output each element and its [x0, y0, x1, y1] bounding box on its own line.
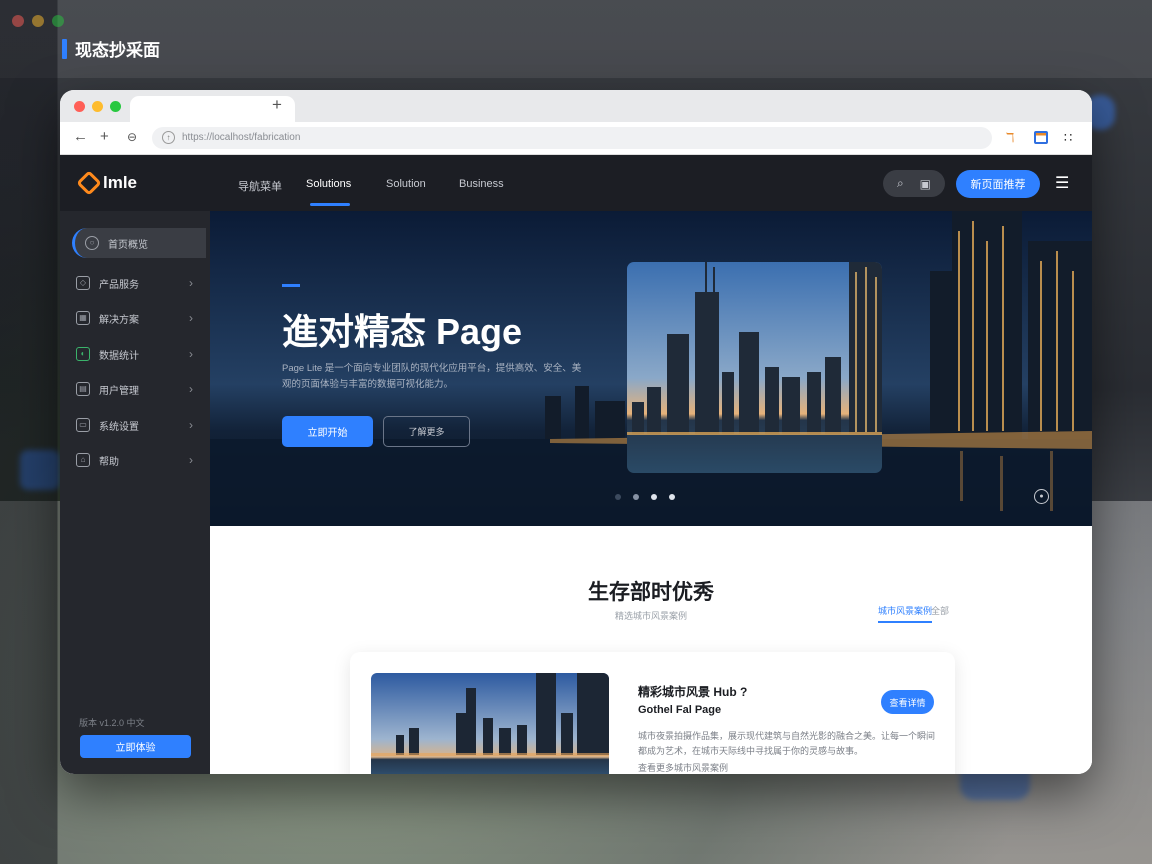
minimize-window-button[interactable]: [92, 101, 103, 112]
chevron-right-icon: ›: [189, 453, 193, 467]
bookmark-icon[interactable]: [1034, 131, 1048, 144]
chart-icon: ◐: [76, 347, 90, 361]
section-subtitle: 精选城市风景案例: [614, 611, 687, 621]
carousel-dot-active[interactable]: [651, 494, 657, 500]
back-button[interactable]: ←: [73, 128, 88, 145]
browser-tab-bar: +: [60, 90, 1092, 122]
sidebar-item-help[interactable]: ⌂ 帮助 ›: [76, 445, 210, 475]
content-section: 生存部时优秀 精选城市风景案例 城市风景案例 全部 精彩城市风景 Hub ? G…: [210, 526, 1092, 774]
card-subtitle: Gothel Fal Page: [638, 704, 722, 716]
close-window-button[interactable]: [74, 101, 85, 112]
carousel-next-icon[interactable]: ●: [1034, 489, 1049, 504]
hero-secondary-button[interactable]: 了解更多: [383, 416, 470, 447]
sidebar-item-stats[interactable]: ◐ 数据统计 ›: [76, 339, 210, 369]
sidebar-item-users[interactable]: ▤ 用户管理 ›: [76, 374, 210, 404]
cta-button[interactable]: 新页面推荐: [956, 170, 1040, 198]
lock-icon: ↑: [162, 131, 175, 144]
browser-tab[interactable]: [130, 96, 295, 122]
sidebar: ○ 首页概览 ◇ 产品服务 › ▦ 解决方案 › ◐ 数据统计 › ▤ 用户管理: [60, 211, 210, 774]
hero-accent-line: [282, 284, 300, 287]
card-image: [371, 673, 609, 774]
feature-card[interactable]: 精彩城市风景 Hub ? Gothel Fal Page 查看详情 城市夜景拍摄…: [350, 652, 955, 774]
logo-icon: [76, 170, 102, 196]
menu-icon[interactable]: ∷: [1064, 130, 1072, 146]
sidebar-item-label: 系统设置: [99, 421, 139, 433]
forward-button[interactable]: +: [100, 128, 109, 145]
sidebar-item-home[interactable]: ○ 首页概览: [72, 228, 206, 258]
chevron-right-icon: ›: [189, 382, 193, 396]
carousel-dots: [615, 494, 675, 500]
sidebar-item-label: 帮助: [99, 456, 119, 468]
sidebar-item-label: 用户管理: [99, 385, 139, 397]
caption-text: 现态抄采面: [75, 41, 160, 60]
hero-primary-button[interactable]: 立即开始: [282, 416, 373, 447]
extension-icon[interactable]: ℸ: [1006, 130, 1014, 146]
card-button[interactable]: 查看详情: [881, 690, 934, 714]
page-caption: 现态抄采面: [62, 36, 160, 61]
caption-accent-bar: [62, 38, 67, 59]
package-icon: ◇: [76, 276, 90, 290]
window-controls: [74, 101, 121, 112]
sidebar-item-label: 产品服务: [99, 279, 139, 291]
sidebar-item-solutions[interactable]: ▦ 解决方案 ›: [76, 303, 210, 333]
url-text: https://localhost/fabrication: [182, 132, 301, 143]
nav-item[interactable]: Business: [459, 178, 504, 190]
blurred-button-shape: [20, 450, 60, 490]
logo[interactable]: lmle: [76, 170, 138, 196]
new-tab-button[interactable]: +: [272, 95, 282, 115]
sidebar-item-label: 首页概览: [108, 239, 148, 251]
logo-text: lmle: [103, 173, 138, 192]
search-icon[interactable]: ⌕: [897, 176, 904, 191]
sidebar-footer-text: 版本 v1.2.0 中文: [79, 718, 145, 728]
browser-window: + ← + ⊖ ↑ https://localhost/fabrication …: [60, 90, 1092, 774]
hero-title: 進对精态 Page: [282, 311, 523, 352]
chevron-right-icon: ›: [189, 418, 193, 432]
app-page: lmle 导航菜单 Solutions Solution Business ⌕ …: [60, 155, 1092, 774]
sidebar-item-products[interactable]: ◇ 产品服务 ›: [76, 268, 210, 298]
tab-city-cases[interactable]: 城市风景案例: [878, 604, 933, 623]
help-icon: ⌂: [76, 453, 90, 467]
hamburger-icon[interactable]: ☰: [1055, 173, 1069, 193]
hero-banner: 進对精态 Page Page Lite 是一个面向专业团队的现代化应用平台，提供…: [210, 211, 1092, 526]
carousel-dot[interactable]: [669, 494, 675, 500]
card-more-link[interactable]: 查看更多城市风景案例: [638, 761, 938, 774]
card-title: 精彩城市风景 Hub ?: [638, 685, 748, 699]
search-pill[interactable]: ⌕ ▣: [883, 170, 945, 197]
chevron-right-icon: ›: [189, 311, 193, 325]
sidebar-item-label: 解决方案: [99, 314, 139, 326]
chevron-right-icon: ›: [189, 347, 193, 361]
bell-icon[interactable]: ▣: [920, 177, 931, 191]
top-navigation: lmle 导航菜单 Solutions Solution Business ⌕ …: [60, 155, 1092, 211]
search-icon: ○: [85, 236, 99, 250]
browser-toolbar: ← + ⊖ ↑ https://localhost/fabrication ℸ …: [60, 122, 1092, 155]
nav-item-active[interactable]: Solutions: [306, 178, 351, 190]
blurred-traffic-lights: [12, 15, 64, 27]
sidebar-item-settings[interactable]: ▭ 系统设置 ›: [76, 410, 210, 440]
card-description: 城市夜景拍摄作品集，展示现代建筑与自然光影的融合之美。让每一个瞬间都成为艺术，在…: [638, 729, 938, 774]
sidebar-item-label: 数据统计: [99, 350, 139, 362]
settings-icon: ▭: [76, 418, 90, 432]
user-icon: ▤: [76, 382, 90, 396]
nav-active-indicator: [310, 203, 350, 206]
hero-featured-image: [627, 262, 882, 473]
hero-description: Page Lite 是一个面向专业团队的现代化应用平台，提供高效、安全、美观的页…: [282, 363, 582, 390]
maximize-window-button[interactable]: [110, 101, 121, 112]
carousel-dot[interactable]: [615, 494, 621, 500]
nav-item[interactable]: Solution: [386, 178, 426, 190]
sidebar-footer-button[interactable]: 立即体验: [80, 735, 191, 758]
section-title: 生存部时优秀: [588, 581, 714, 604]
reload-icon[interactable]: ⊖: [127, 130, 137, 144]
tab-all[interactable]: 全部: [931, 604, 949, 617]
chevron-right-icon: ›: [189, 276, 193, 290]
carousel-dot[interactable]: [633, 494, 639, 500]
nav-item[interactable]: 导航菜单: [238, 178, 282, 194]
grid-icon: ▦: [76, 311, 90, 325]
address-bar[interactable]: ↑ https://localhost/fabrication: [152, 127, 992, 149]
